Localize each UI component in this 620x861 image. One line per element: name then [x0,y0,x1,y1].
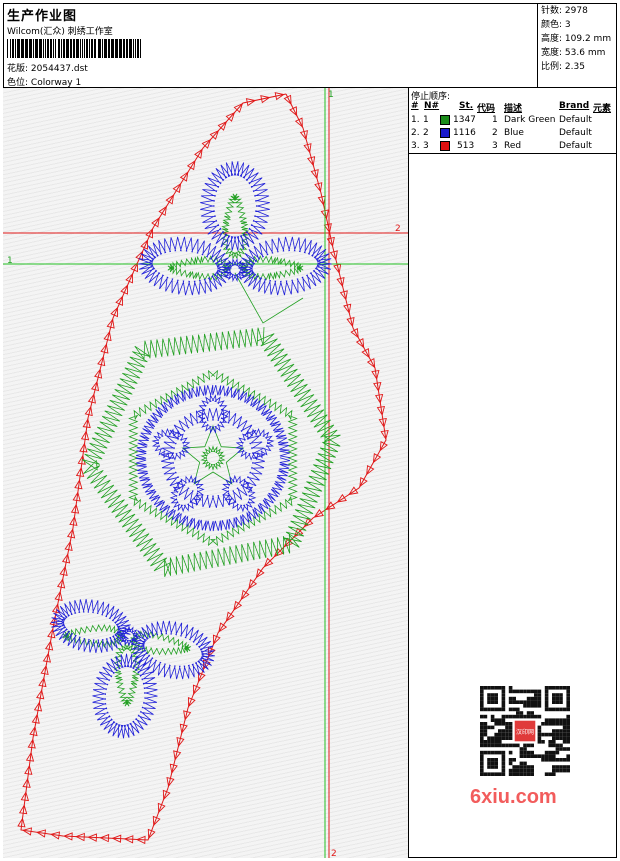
page-title: 生产作业图 [7,9,78,24]
company-name: Wilcom(汇众) 刺绣工作室 [7,27,113,37]
design-file-line: 花版: 2054437.dst [7,61,88,74]
design-label: 花版: [7,64,29,74]
red-outline-stitches [17,92,389,845]
stop-row[interactable]: 1. 1 1347 1 Dark Green Default [409,115,617,128]
stat-height: 高度: 109.2 mm [541,34,612,44]
colorway-label: 色位: [7,78,29,88]
color-swatch [440,128,450,138]
col-header-index: # [411,101,419,111]
stat-stitches: 针数: 2978 [541,6,588,16]
qr-logo-text: 汉印网 [516,728,534,736]
barcode-image [7,39,141,58]
color-swatch [440,141,450,151]
colorway-value: Colorway 1 [30,78,82,88]
embroidery-design: 2 1 1 2 [3,88,408,858]
col-header-code: 代码 [477,104,496,114]
col-header-description: 描述 [504,104,523,114]
guide-label-red-h: 2 [395,224,401,234]
qr-code: 汉印网 [480,686,570,776]
stats-panel: 针数: 2978 颜色: 3 高度: 109.2 mm 宽度: 53.6 mm … [538,3,617,88]
guide-label-green-h: 1 [7,256,13,266]
qr-code-image: 汉印网 [472,682,582,782]
guide-lines: 2 1 1 2 [3,88,408,858]
stop-row[interactable]: 3. 3 513 3 Red Default [409,141,617,154]
stop-row[interactable]: 2. 2 1116 2 Blue Default [409,128,617,141]
stat-width: 宽度: 53.6 mm [541,48,606,58]
stat-colors: 颜色: 3 [541,20,571,30]
design-canvas[interactable]: 2 1 1 2 [3,88,409,858]
blue-stitches [50,161,332,739]
col-header-brand: Brand [559,101,590,111]
header-panel: 生产作业图 Wilcom(汇众) 刺绣工作室 花版: 2054437.dst 色… [3,3,538,88]
guide-label-red-v: 2 [331,849,337,858]
col-header-needle: N# [424,101,440,111]
col-header-element: 元素 [593,104,612,114]
stop-sequence-table: 停止顺序: # N# St. 代码 描述 Brand 元素 1. 1 1347 … [409,88,617,154]
colorway-line: 色位: Colorway 1 [7,75,81,88]
design-file-value: 2054437.dst [30,64,88,74]
green-stitches [62,193,341,707]
col-header-stitches: St. [459,101,474,111]
stat-scale: 比例: 2.35 [541,62,585,72]
guide-label-green-v: 1 [328,90,334,100]
color-swatch [440,115,450,125]
watermark-text: 6xiu.com [470,786,557,808]
